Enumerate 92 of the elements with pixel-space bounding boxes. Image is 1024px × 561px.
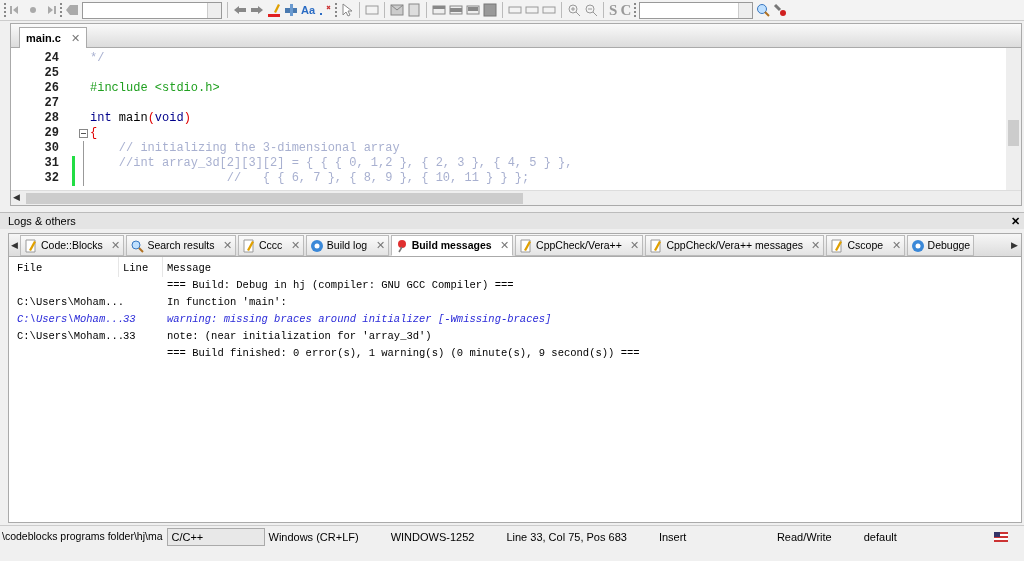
line-number: 28: [43, 111, 59, 126]
code-line: int main(void): [90, 111, 191, 126]
close-icon[interactable]: ✕: [111, 237, 121, 254]
line-number: 30: [43, 141, 59, 156]
table-cell-text: C:\Users\Moham...: [16, 312, 119, 327]
table-cell-text: 33: [122, 329, 137, 344]
frame-icon[interactable]: [508, 3, 523, 17]
line-number: 31: [43, 156, 59, 171]
log-tab[interactable]: CppCheck/Vera++ ✕: [515, 235, 644, 256]
rectangle-icon[interactable]: [365, 3, 380, 17]
table-cell-text: warning: missing braces around initializer [-Wmissing-braces]: [166, 312, 552, 327]
close-icon[interactable]: ✕: [891, 237, 901, 254]
log-tab[interactable]: Debugge: [906, 235, 975, 256]
log-tab[interactable]: Cccc ✕: [238, 235, 304, 256]
close-button[interactable]: ✕: [1011, 212, 1020, 230]
line-number: 29: [43, 126, 59, 141]
status-text: Insert: [657, 529, 688, 545]
scroll-right-button[interactable]: ▶: [1011, 238, 1019, 253]
log-tab[interactable]: Search results ✕: [126, 235, 236, 256]
forward-arrow-icon[interactable]: [250, 3, 264, 17]
status-text: Windows (CR+LF): [267, 529, 360, 545]
log-tab[interactable]: Build messages ✕: [390, 235, 514, 256]
column-header[interactable]: File: [9, 257, 119, 277]
status-text: Read/Write: [775, 529, 833, 545]
pencil-note-icon: [242, 238, 256, 253]
code-line: {: [90, 126, 98, 141]
status-text: C/C++: [166, 527, 265, 547]
line-number: 32: [43, 171, 59, 186]
line-number: 24: [43, 51, 59, 66]
back-arrow-icon[interactable]: [233, 3, 247, 17]
table-cell-text: note: (near initialization for 'array_3d'): [166, 329, 432, 344]
log-tab[interactable]: Code::Blocks ✕: [20, 235, 125, 256]
search-icon: [130, 238, 145, 253]
highlight-icon[interactable]: [267, 3, 281, 17]
pointer-icon[interactable]: [340, 3, 355, 17]
frame-icon[interactable]: [542, 3, 557, 17]
code-line: #include <stdio.h>: [90, 81, 220, 96]
table-cell-text: 33: [122, 312, 137, 327]
font-icon[interactable]: Aa: [301, 4, 316, 16]
frame-icon[interactable]: [525, 3, 540, 17]
clear-icon[interactable]: [65, 3, 79, 17]
document-icon[interactable]: [407, 3, 422, 17]
pencil-note-icon: [24, 238, 38, 253]
symbol-combo[interactable]: [639, 1, 754, 19]
log-tab[interactable]: Build log ✕: [305, 235, 389, 256]
horizontal-scrollbar[interactable]: ◀: [11, 190, 1021, 205]
block-icon[interactable]: [466, 3, 481, 17]
close-icon[interactable]: ✕: [500, 237, 510, 254]
close-icon[interactable]: ✕: [630, 237, 640, 254]
search-combo[interactable]: [82, 1, 222, 19]
envelope-icon[interactable]: [390, 3, 405, 17]
block-icon[interactable]: [483, 3, 498, 17]
column-header[interactable]: Line: [119, 257, 163, 277]
column-header[interactable]: Message: [163, 257, 212, 277]
code-line: //int array_3d[2][3][2] = { { { 0, 1,2 }, { 2, 3 }, { 4, 5 } },: [117, 156, 573, 171]
table-cell-text: === Build: Debug in hj (compiler: GNU GCC Compiler) ===: [166, 278, 514, 293]
code-line: // initializing the 3-dimensional array: [117, 141, 400, 156]
close-icon[interactable]: ✕: [70, 29, 80, 47]
vertical-scrollbar[interactable]: [1006, 48, 1021, 190]
line-number: 27: [43, 96, 59, 111]
log-tab[interactable]: Cscope ✕: [826, 235, 905, 256]
tool-icon[interactable]: [284, 3, 298, 17]
table-cell-text: In function 'main':: [166, 295, 287, 310]
line-number: 26: [43, 81, 59, 96]
line-number: 25: [43, 66, 59, 81]
panel-title: Logs & others: [8, 213, 76, 229]
close-icon[interactable]: ✕: [223, 237, 232, 254]
block-icon[interactable]: [432, 3, 447, 17]
code-line: */: [90, 51, 105, 66]
close-icon[interactable]: ✕: [290, 237, 300, 254]
status-text: default: [862, 529, 898, 545]
status-text: \codeblocks programs folder\hj\ma: [1, 529, 163, 545]
pencil-note-icon: [830, 238, 845, 253]
close-icon[interactable]: ✕: [811, 237, 821, 254]
status-text: Line 33, Col 75, Pos 683: [505, 529, 628, 545]
zoom-in-icon[interactable]: [567, 3, 582, 17]
file-tab[interactable]: main.c ✕: [19, 27, 87, 48]
block-icon[interactable]: [449, 3, 464, 17]
pencil-note-icon: [519, 238, 534, 253]
code-line: // { { 6, 7 }, { 8, 9 }, { 10, 11 } } };: [225, 171, 530, 186]
scroll-left-button[interactable]: ◀: [13, 191, 20, 205]
scroll-left-button[interactable]: ◀: [11, 238, 18, 253]
flag-icon: [993, 532, 1008, 542]
table-cell-text: === Build finished: 0 error(s), 1 warning(s) (0 minute(s), 9 second(s)) ===: [166, 346, 640, 361]
log-tab[interactable]: CppCheck/Vera++ messages ✕: [645, 235, 825, 256]
close-icon[interactable]: ✕: [375, 237, 385, 254]
pencil-note-icon: [649, 238, 664, 253]
fold-toggle[interactable]: [79, 129, 88, 138]
search-icon[interactable]: [756, 3, 771, 17]
zoom-out-icon[interactable]: [584, 3, 599, 17]
status-text: WINDOWS-1252: [389, 529, 476, 545]
regex-icon[interactable]: [318, 3, 333, 17]
